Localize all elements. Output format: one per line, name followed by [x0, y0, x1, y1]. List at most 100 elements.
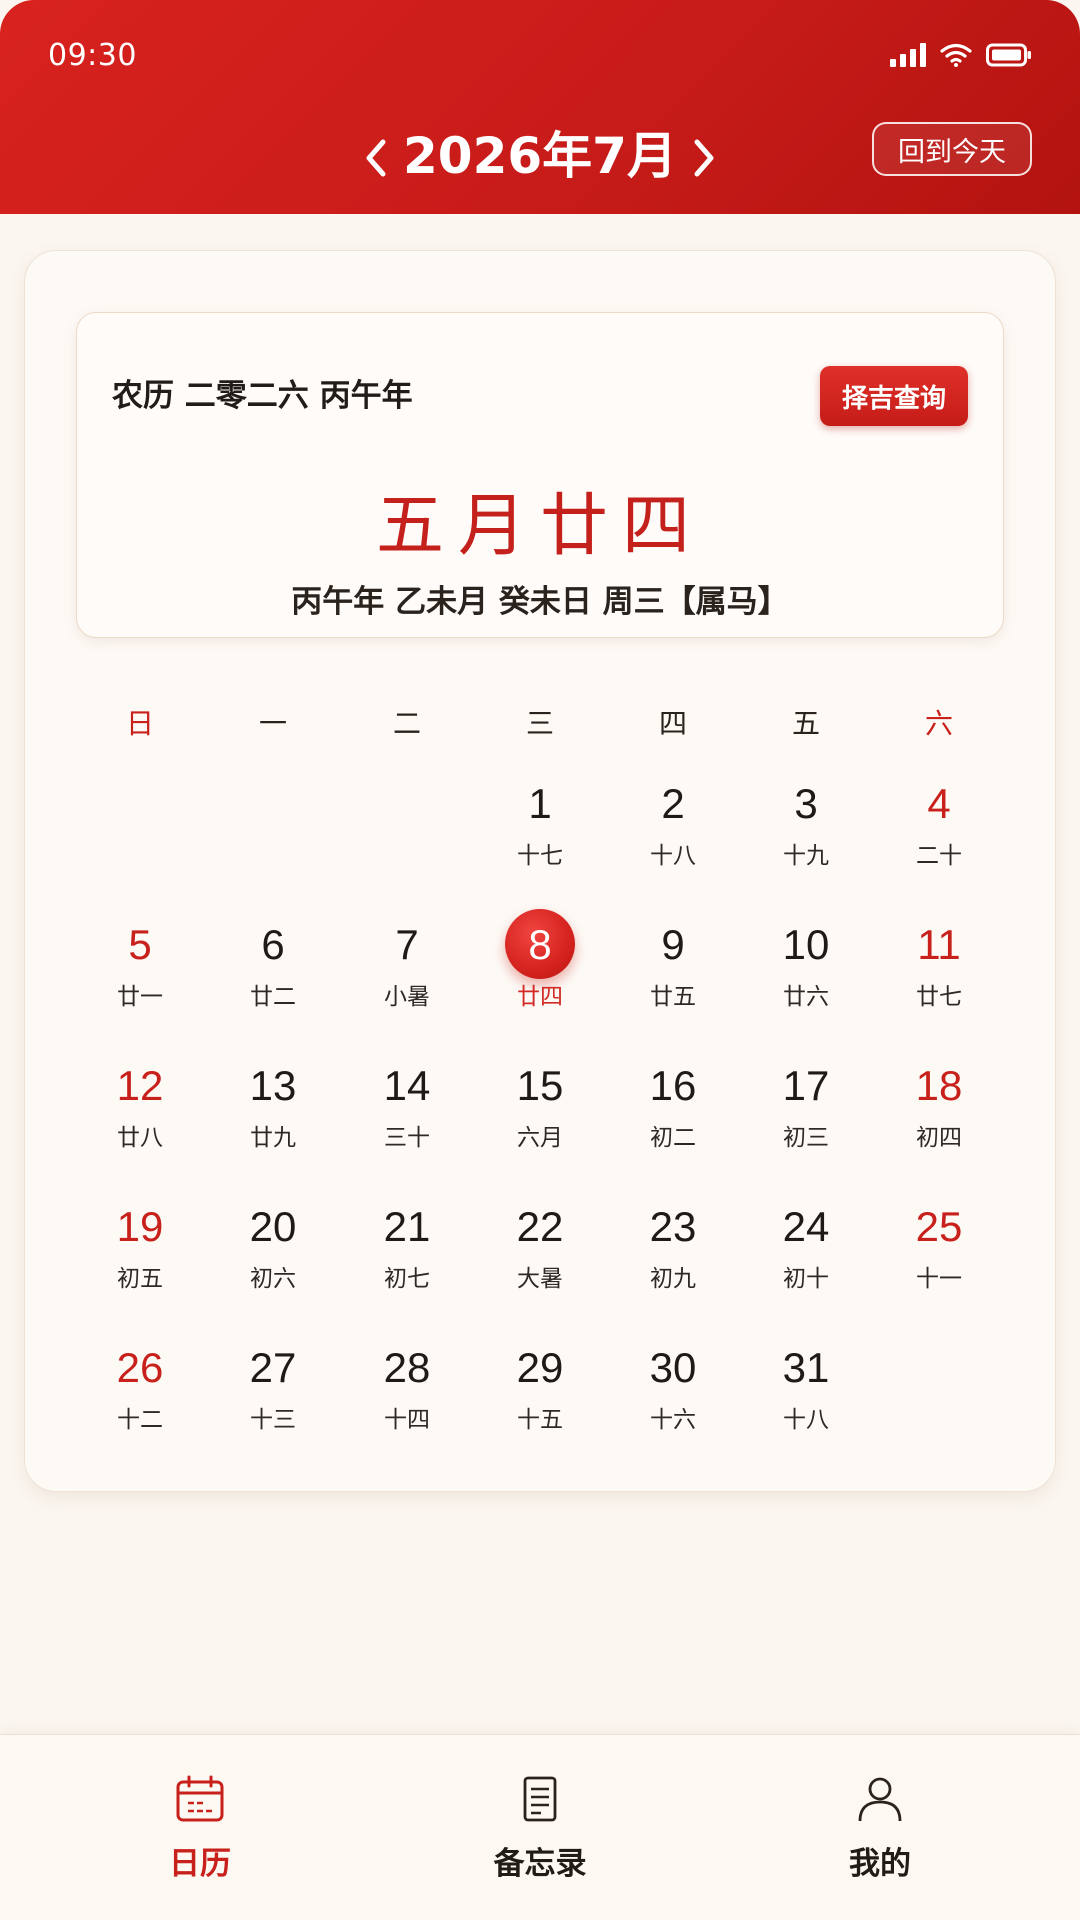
day-number: 2: [661, 780, 685, 827]
day-lunar-label: 廿六: [783, 984, 829, 1010]
day-lunar-label: 二十: [916, 843, 962, 869]
day-number: 10: [782, 921, 830, 968]
day-cell[interactable]: 15 六月: [480, 1056, 600, 1166]
day-cell[interactable]: 10 廿六: [746, 915, 866, 1025]
day-cell[interactable]: 26 十二: [80, 1338, 200, 1448]
day-number: 20: [249, 1203, 297, 1250]
weekday-tue: 二: [392, 707, 421, 740]
day-number: 28: [383, 1344, 431, 1391]
day-lunar-label: 小暑: [384, 984, 430, 1010]
day-lunar-label: 廿九: [250, 1125, 296, 1151]
day-number: 31: [782, 1344, 830, 1391]
day-number: 7: [395, 921, 419, 968]
day-lunar-label: 初五: [117, 1266, 163, 1292]
day-cell[interactable]: 5 廿一: [80, 915, 200, 1025]
day-lunar-label: 十五: [517, 1407, 563, 1433]
day-number: 6: [261, 921, 285, 968]
chevron-left-icon: [366, 139, 386, 177]
day-number: 25: [915, 1203, 963, 1250]
nav-calendar[interactable]: 日历: [100, 1734, 300, 1920]
day-lunar-label: 廿八: [117, 1125, 163, 1151]
day-number: 5: [128, 921, 152, 968]
status-time: 09:30: [48, 38, 137, 73]
day-number: 8: [528, 921, 552, 968]
day-lunar-label: 廿一: [117, 984, 163, 1010]
day-cell[interactable]: 18 初四: [879, 1056, 999, 1166]
day-cell[interactable]: 14 三十: [347, 1056, 467, 1166]
day-lunar-label: 初十: [783, 1266, 829, 1292]
day-cell[interactable]: 31 十八: [746, 1338, 866, 1448]
day-cell[interactable]: 25 十一: [879, 1197, 999, 1307]
day-number: 23: [649, 1203, 697, 1250]
day-number: 13: [249, 1062, 297, 1109]
day-lunar-label: 十九: [783, 843, 829, 869]
prev-month-button[interactable]: [346, 128, 406, 188]
lunar-date: 五月廿四: [375, 487, 704, 566]
lunar-year: 农历 二零二六 丙午年: [112, 378, 413, 414]
day-lunar-label: 廿二: [250, 984, 296, 1010]
nav-memo-label: 备忘录: [493, 1846, 587, 1882]
wifi-icon: [940, 43, 972, 67]
day-number: 21: [383, 1203, 431, 1250]
day-cell[interactable]: 11 廿七: [879, 915, 999, 1025]
day-number: 27: [249, 1344, 297, 1391]
memo-icon: [515, 1774, 565, 1824]
day-number: 29: [516, 1344, 564, 1391]
day-cell[interactable]: 29 十五: [480, 1338, 600, 1448]
day-number: 15: [516, 1062, 564, 1109]
nav-mine[interactable]: 我的: [780, 1734, 980, 1920]
day-cell[interactable]: 19 初五: [80, 1197, 200, 1307]
day-cell[interactable]: 22 大暑: [480, 1197, 600, 1307]
day-lunar-label: 十四: [384, 1407, 430, 1433]
day-cell[interactable]: 6 廿二: [213, 915, 333, 1025]
next-month-button[interactable]: [674, 128, 734, 188]
day-number: 12: [116, 1062, 164, 1109]
day-cell[interactable]: 24 初十: [746, 1197, 866, 1307]
ganzhi-text: 丙午年 乙未月 癸未日 周三【属马】: [291, 584, 789, 620]
day-lunar-label: 初九: [650, 1266, 696, 1292]
day-cell[interactable]: 2 十八: [613, 774, 733, 884]
day-number: 19: [116, 1203, 164, 1250]
status-icons: [890, 40, 1032, 70]
day-cell[interactable]: 27 十三: [213, 1338, 333, 1448]
day-number: 17: [782, 1062, 830, 1109]
user-icon: [855, 1774, 905, 1824]
day-cell[interactable]: 23 初九: [613, 1197, 733, 1307]
day-cell[interactable]: 16 初二: [613, 1056, 733, 1166]
day-number: 30: [649, 1344, 697, 1391]
day-cell[interactable]: 20 初六: [213, 1197, 333, 1307]
day-cell[interactable]: 12 廿八: [80, 1056, 200, 1166]
day-lunar-label: 十六: [650, 1407, 696, 1433]
day-lunar-label: 大暑: [517, 1266, 563, 1292]
nav-calendar-label: 日历: [169, 1846, 231, 1882]
weekday-sat: 六: [924, 707, 953, 740]
day-cell[interactable]: 21 初七: [347, 1197, 467, 1307]
day-lunar-label: 十八: [783, 1407, 829, 1433]
day-cell[interactable]: 3 十九: [746, 774, 866, 884]
day-cell[interactable]: 28 十四: [347, 1338, 467, 1448]
nav-memo[interactable]: 备忘录: [440, 1734, 640, 1920]
day-lunar-label: 初三: [783, 1125, 829, 1151]
day-number: 9: [661, 921, 685, 968]
day-cell-selected[interactable]: 8 廿四: [480, 909, 600, 1025]
day-cell[interactable]: 1 十七: [480, 774, 600, 884]
day-cell[interactable]: 17 初三: [746, 1056, 866, 1166]
day-lunar-label: 廿七: [916, 984, 962, 1010]
weekday-thu: 四: [658, 707, 687, 740]
day-number: 3: [794, 780, 818, 827]
month-title: 2026年7月: [403, 127, 677, 185]
day-cell[interactable]: 9 廿五: [613, 915, 733, 1025]
day-lunar-label: 十一: [916, 1266, 962, 1292]
day-lunar-label: 廿五: [650, 984, 696, 1010]
day-lunar-label: 十三: [250, 1407, 296, 1433]
day-lunar-label: 六月: [517, 1125, 563, 1151]
weekday-fri: 五: [791, 707, 820, 740]
day-cell[interactable]: 13 廿九: [213, 1056, 333, 1166]
day-cell[interactable]: 30 十六: [613, 1338, 733, 1448]
day-cell[interactable]: 7 小暑: [347, 915, 467, 1025]
nav-mine-label: 我的: [849, 1846, 911, 1882]
day-lunar-label: 廿四: [517, 984, 563, 1010]
back-to-today-button[interactable]: 回到今天: [872, 122, 1032, 176]
auspicious-date-button[interactable]: 择吉查询: [820, 366, 968, 426]
day-cell[interactable]: 4 二十: [879, 774, 999, 884]
